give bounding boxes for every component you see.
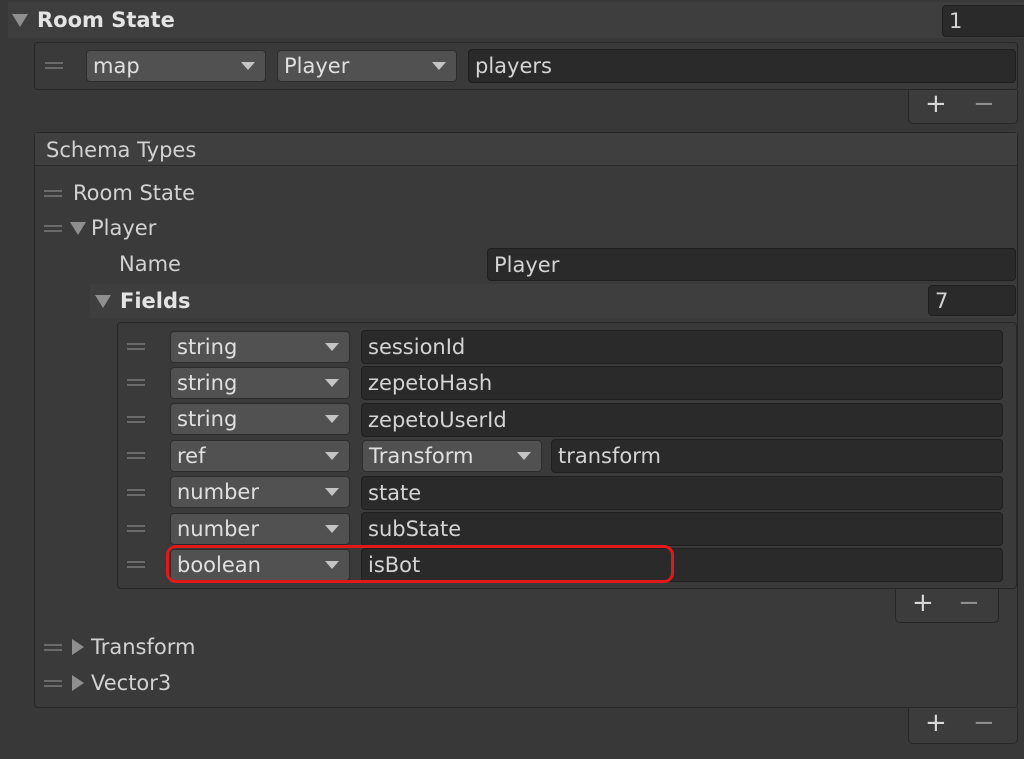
collapse-arrow-icon[interactable] [70, 222, 86, 235]
schema-item-player[interactable]: Player [91, 218, 156, 239]
dropdown-label: map [93, 54, 140, 78]
dropdown-arrow-icon [432, 62, 446, 70]
dropdown-arrow-icon [325, 452, 339, 460]
drag-handle-icon[interactable] [44, 224, 62, 233]
drag-handle-icon[interactable] [127, 415, 145, 424]
room-state-class-dropdown[interactable]: Player [277, 50, 457, 82]
schema-types-title: Schema Types [46, 138, 197, 162]
room-state-list-footer: + − [908, 90, 1018, 124]
player-name-field[interactable]: Player [487, 248, 1016, 281]
dropdown-label: Transform [369, 444, 474, 468]
player-name-label: Name [119, 252, 181, 276]
field-type-dropdown[interactable]: string [170, 403, 350, 435]
dropdown-label: ref [177, 444, 206, 468]
field-type-dropdown[interactable]: number [170, 476, 350, 508]
fields-list-footer: + − [895, 589, 999, 623]
schema-item-room-state[interactable]: Room State [73, 183, 195, 204]
field-type-dropdown[interactable]: string [170, 367, 350, 399]
fields-count-field[interactable]: 7 [928, 285, 1016, 316]
remove-item-button[interactable]: − [958, 590, 980, 616]
collapse-arrow-icon[interactable] [95, 295, 111, 308]
dropdown-label: string [177, 335, 238, 359]
expand-arrow-icon[interactable] [72, 639, 84, 655]
drag-handle-icon[interactable] [127, 524, 145, 533]
drag-handle-icon[interactable] [44, 679, 62, 688]
add-item-button[interactable]: + [925, 91, 947, 117]
field-type-dropdown[interactable]: ref [170, 440, 350, 472]
drag-handle-icon[interactable] [44, 643, 62, 652]
room-state-count-field[interactable]: 1 [942, 5, 1024, 37]
expand-arrow-icon[interactable] [72, 675, 84, 691]
drag-handle-icon[interactable] [127, 488, 145, 497]
remove-item-button[interactable]: − [973, 710, 995, 736]
dropdown-label: number [177, 480, 259, 504]
room-state-type-dropdown[interactable]: map [86, 50, 266, 82]
field-name-input[interactable]: zepetoUserId [361, 403, 1003, 437]
dropdown-arrow-icon [325, 525, 339, 533]
schema-item-transform[interactable]: Transform [91, 637, 195, 658]
field-ref-type-dropdown[interactable]: Transform [362, 440, 542, 472]
dropdown-arrow-icon [325, 379, 339, 387]
schema-list-footer: + − [908, 708, 1018, 744]
field-type-dropdown[interactable]: number [170, 513, 350, 545]
field-name-input[interactable]: transform [551, 439, 1003, 473]
field-name-input[interactable]: subState [361, 512, 1003, 546]
dropdown-arrow-icon [325, 415, 339, 423]
highlight-box [166, 545, 674, 583]
drag-handle-icon[interactable] [45, 61, 63, 70]
add-item-button[interactable]: + [912, 590, 934, 616]
room-state-name-field[interactable]: players [468, 49, 1016, 83]
drag-handle-icon[interactable] [127, 451, 145, 460]
drag-handle-icon[interactable] [127, 560, 145, 569]
dropdown-arrow-icon [241, 62, 255, 70]
add-item-button[interactable]: + [925, 710, 947, 736]
dropdown-label: string [177, 407, 238, 431]
drag-handle-icon[interactable] [127, 342, 145, 351]
dropdown-label: Player [284, 54, 350, 78]
dropdown-arrow-icon [325, 488, 339, 496]
dropdown-arrow-icon [325, 343, 339, 351]
dropdown-arrow-icon [517, 452, 531, 460]
schema-item-vector3[interactable]: Vector3 [91, 673, 171, 694]
drag-handle-icon[interactable] [44, 189, 62, 198]
fields-header[interactable]: Fields [90, 284, 1016, 318]
remove-item-button[interactable]: − [973, 91, 995, 117]
dropdown-label: string [177, 371, 238, 395]
dropdown-label: number [177, 517, 259, 541]
field-type-dropdown[interactable]: string [170, 331, 350, 363]
room-state-header[interactable]: Room State [8, 2, 1024, 38]
field-name-input[interactable]: state [361, 476, 1003, 510]
collapse-arrow-icon[interactable] [12, 14, 28, 27]
field-name-input[interactable]: zepetoHash [361, 366, 1003, 400]
room-state-title: Room State [37, 8, 175, 32]
fields-title: Fields [120, 289, 191, 313]
drag-handle-icon[interactable] [127, 378, 145, 387]
field-name-input[interactable]: sessionId [361, 330, 1003, 364]
